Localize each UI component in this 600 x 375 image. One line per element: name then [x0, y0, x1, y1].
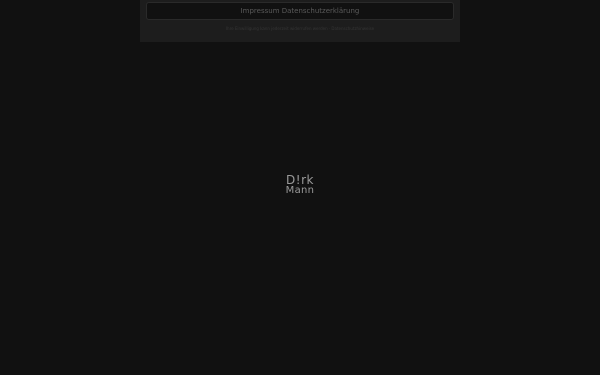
- page-viewport: Impressum Datenschutzerklärung Ihre Einw…: [0, 0, 600, 375]
- consent-banner: Impressum Datenschutzerklärung Ihre Einw…: [140, 0, 460, 42]
- site-logo[interactable]: D!rk Mann: [274, 174, 326, 196]
- consent-accept-button[interactable]: Impressum Datenschutzerklärung: [146, 2, 454, 20]
- logo-line-last-name: Mann: [285, 185, 315, 196]
- consent-note: Ihre Einwilligung kann jederzeit widerru…: [225, 26, 375, 31]
